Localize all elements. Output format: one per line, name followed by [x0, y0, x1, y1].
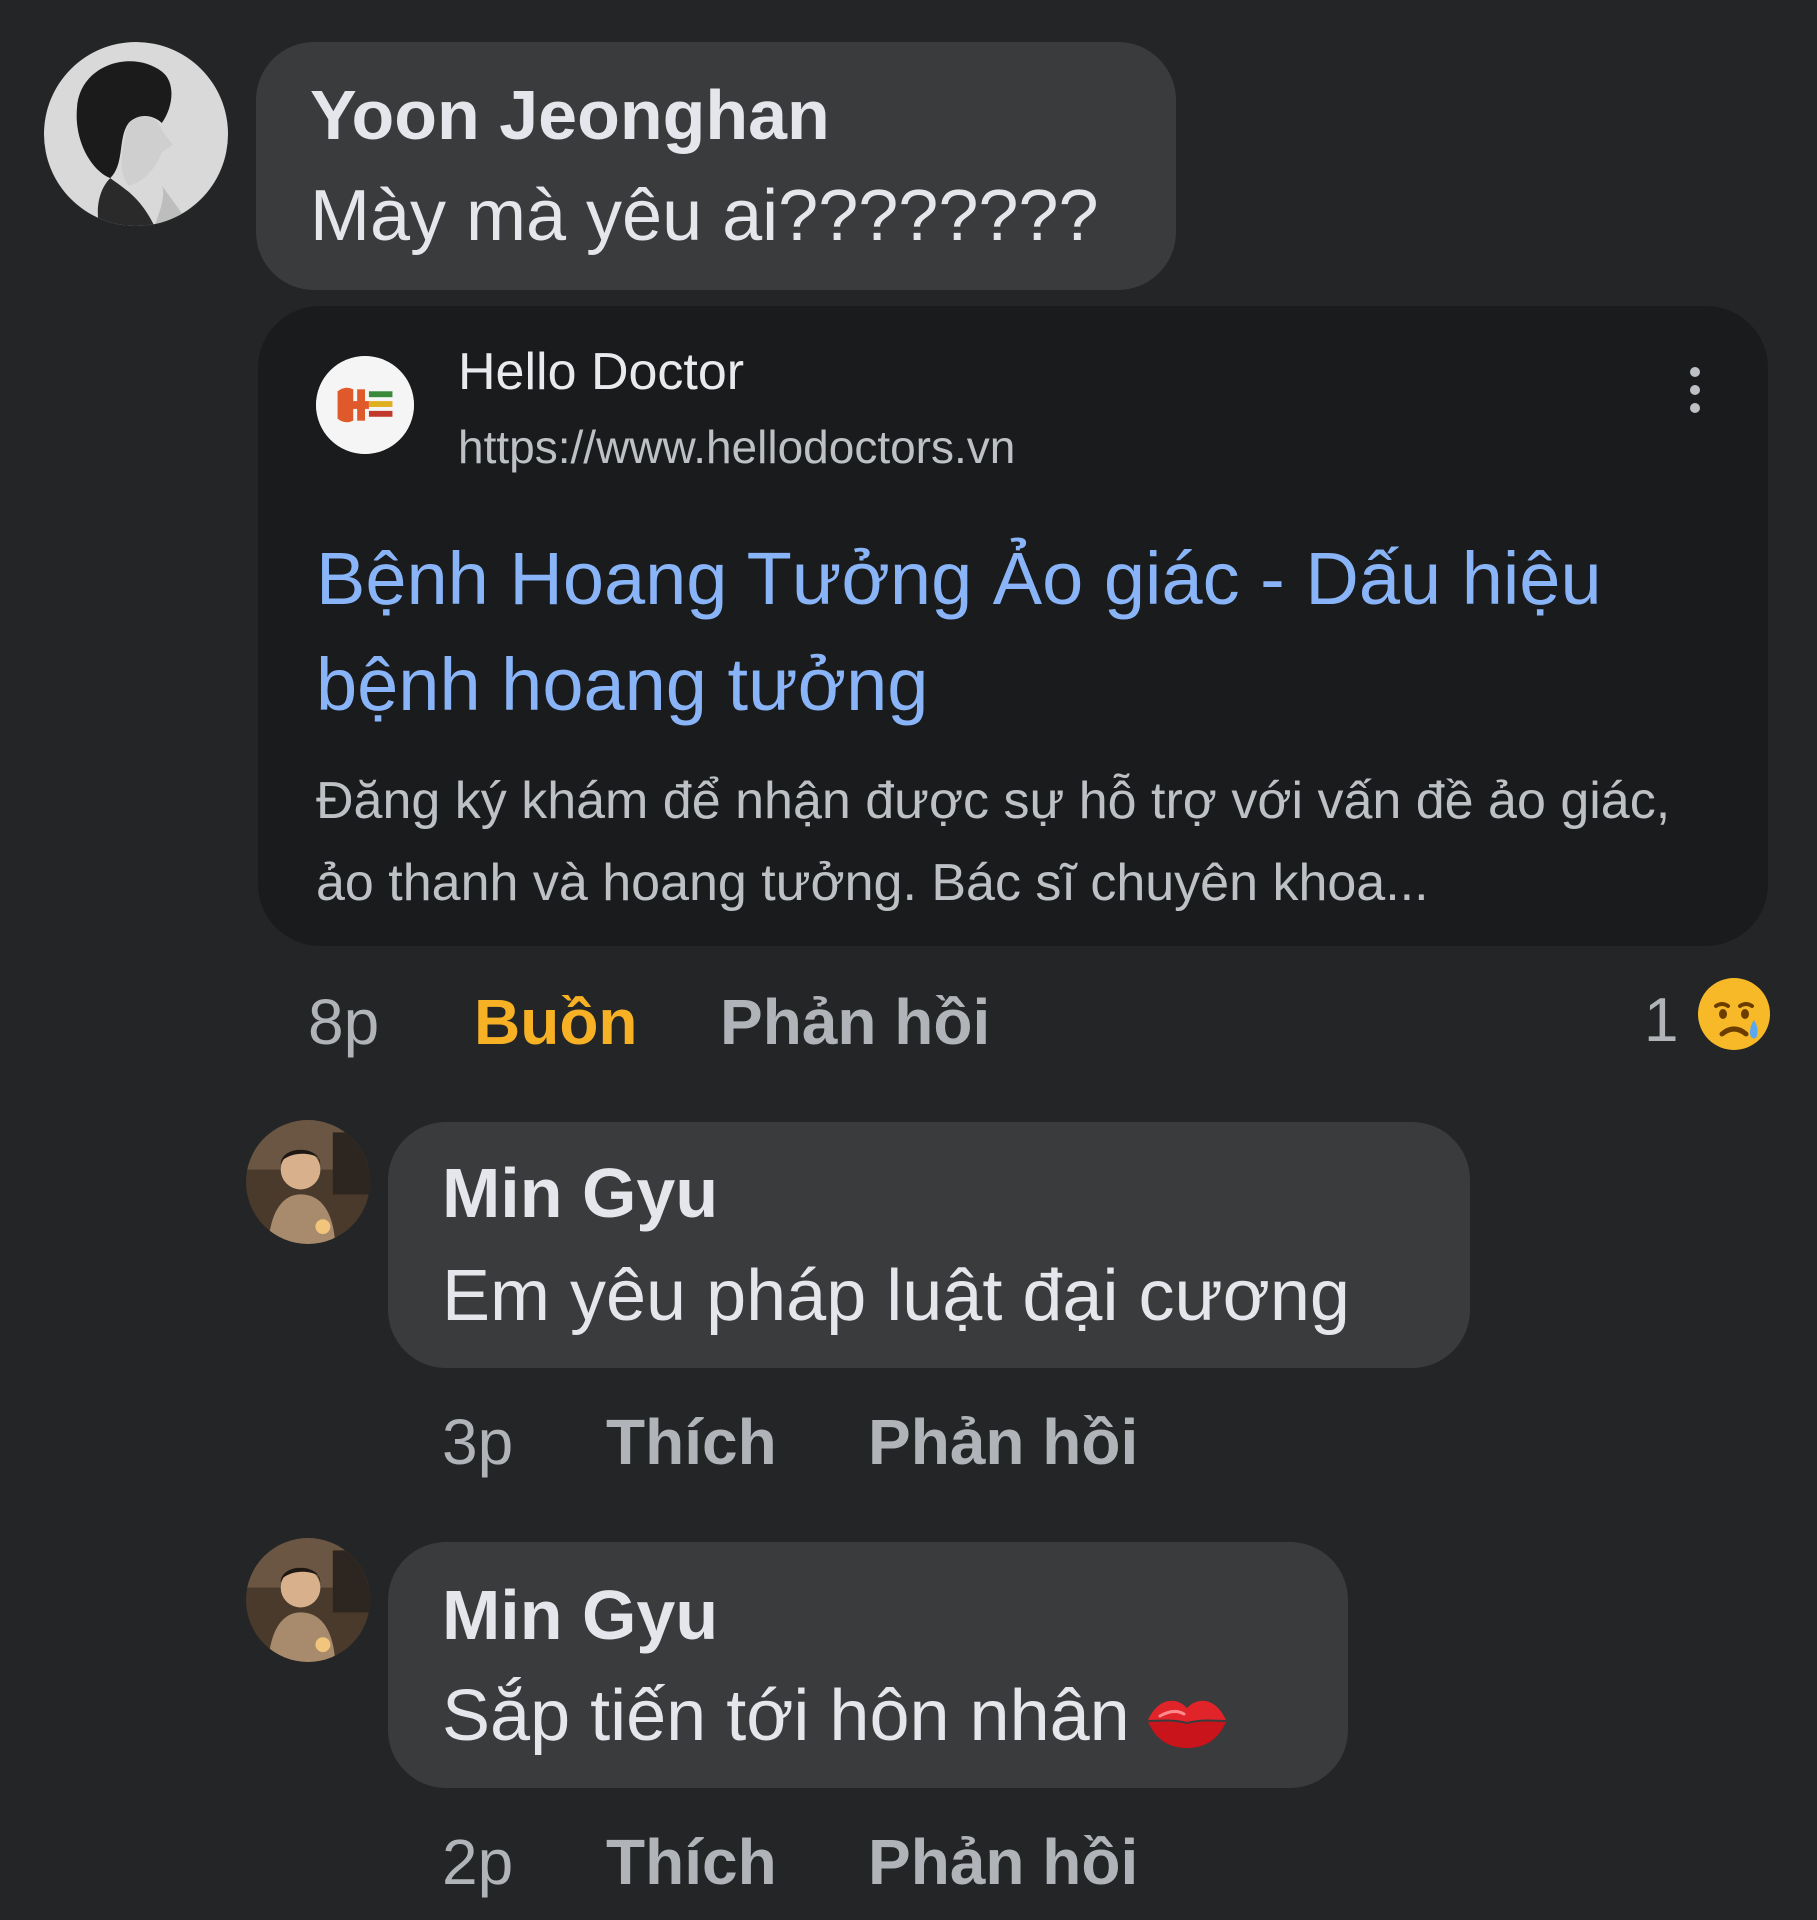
reply-button[interactable]: Phản hồi	[720, 990, 990, 1054]
comment-author[interactable]: Min Gyu	[442, 1580, 718, 1650]
comment-thread: Yoon Jeonghan Mày mà yêu ai???????? Hell…	[0, 0, 1817, 1920]
crying-face-icon[interactable]	[1696, 976, 1772, 1052]
comment-time[interactable]: 3p	[442, 1410, 513, 1474]
avatar[interactable]	[44, 42, 228, 226]
site-url[interactable]: https://www.hellodoctors.vn	[458, 424, 1015, 470]
reaction-button[interactable]: Buồn	[474, 990, 638, 1054]
reply-button[interactable]: Phản hồi	[868, 1410, 1138, 1474]
avatar-photo	[246, 1538, 370, 1662]
kiss-mark-icon	[1147, 1700, 1226, 1748]
avatar[interactable]	[246, 1120, 370, 1244]
result-title-link[interactable]: Bệnh Hoang Tưởng Ảo giác - Dấu hiệu bệnh…	[316, 526, 1736, 738]
result-snippet: Đăng ký khám để nhận được sự hỗ trợ với …	[316, 772, 1671, 912]
like-button[interactable]: Thích	[606, 1830, 777, 1894]
avatar-photo	[246, 1120, 370, 1244]
avatar-photo	[44, 42, 228, 226]
like-button[interactable]: Thích	[606, 1410, 777, 1474]
comment-text-content: Sắp tiến tới hôn nhân	[442, 1676, 1130, 1756]
comment-time[interactable]: 8p	[308, 990, 379, 1054]
comment-author[interactable]: Yoon Jeonghan	[310, 80, 830, 150]
reaction-count[interactable]: 1	[1644, 990, 1678, 1052]
comment-author[interactable]: Min Gyu	[442, 1158, 718, 1228]
comment-text: Sắp tiến tới hôn nhân	[442, 1680, 1230, 1752]
comment-text: Mày mà yêu ai????????	[310, 176, 1099, 256]
reply-button[interactable]: Phản hồi	[868, 1830, 1138, 1894]
more-options-icon[interactable]	[1680, 364, 1710, 416]
comment-time[interactable]: 2p	[442, 1830, 513, 1894]
avatar[interactable]	[246, 1538, 370, 1662]
site-name: Hello Doctor	[458, 343, 745, 401]
comment-text: Em yêu pháp luật đại cương	[442, 1256, 1350, 1336]
site-logo	[316, 356, 414, 454]
